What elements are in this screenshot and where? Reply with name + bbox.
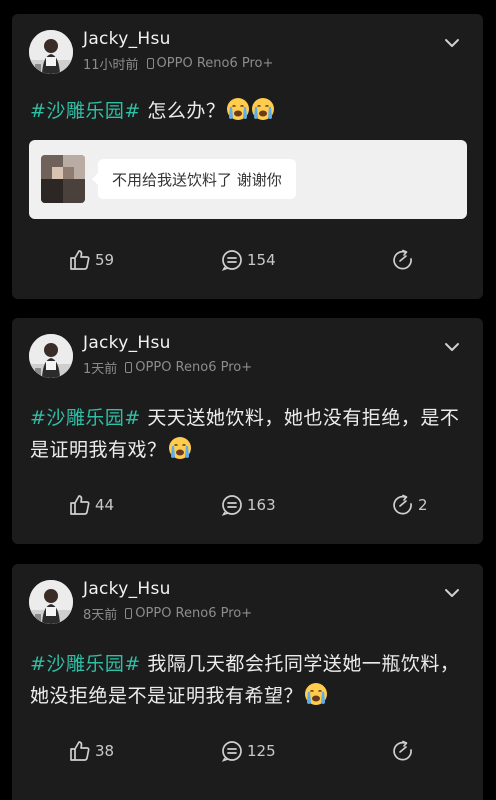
like-button[interactable]: 38 — [68, 736, 114, 766]
post-body: 怎么办？ — [140, 100, 226, 122]
post-meta: 8天前 OPPO Reno6 Pro+ — [83, 604, 252, 623]
action-bar: 59 154 — [12, 245, 483, 275]
crying-face-icon — [251, 97, 275, 121]
quote-message-bubble: 不用给我送饮料了 谢谢你 — [92, 159, 296, 199]
comment-icon — [221, 495, 242, 516]
share-icon — [393, 249, 412, 270]
device-name: OPPO Reno6 Pro+ — [156, 56, 274, 71]
comment-count: 125 — [247, 742, 276, 760]
like-count: 38 — [95, 742, 115, 760]
post-card[interactable]: Jacky_Hsu 8天前 OPPO Reno6 Pro+ #沙雕乐园# 我隔几… — [12, 564, 483, 800]
crying-face-icon — [168, 436, 192, 460]
username[interactable]: Jacky_Hsu — [83, 29, 171, 49]
comment-icon — [221, 741, 242, 762]
phone-icon — [146, 58, 154, 69]
post-text: #沙雕乐园# 天天送她饮料，她也没有拒绝，是不是证明我有戏？ — [30, 402, 465, 466]
share-button[interactable]: 2 — [391, 490, 428, 520]
quote-avatar — [41, 155, 85, 203]
like-count: 44 — [95, 496, 115, 514]
crying-face-icon — [226, 97, 250, 121]
chevron-down-icon[interactable] — [443, 338, 461, 356]
username[interactable]: Jacky_Hsu — [83, 579, 171, 599]
phone-icon — [125, 362, 133, 373]
chevron-down-icon[interactable] — [443, 34, 461, 52]
comment-icon — [221, 250, 242, 271]
like-button[interactable]: 44 — [68, 490, 114, 520]
device-name: OPPO Reno6 Pro+ — [135, 360, 253, 375]
avatar[interactable] — [29, 30, 73, 74]
comment-count: 154 — [247, 251, 276, 269]
thumbs-up-icon — [70, 495, 90, 515]
crying-face-icon — [304, 682, 328, 706]
post-card[interactable]: Jacky_Hsu 11小时前 OPPO Reno6 Pro+ #沙雕乐园# 怎… — [12, 14, 483, 299]
post-card[interactable]: Jacky_Hsu 1天前 OPPO Reno6 Pro+ #沙雕乐园# 天天送… — [12, 318, 483, 544]
share-button[interactable] — [391, 245, 418, 275]
like-count: 59 — [95, 251, 115, 269]
action-bar: 38 125 — [12, 736, 483, 766]
post-time: 1天前 — [83, 362, 118, 377]
comment-button[interactable]: 163 — [220, 490, 276, 520]
quoted-image[interactable]: 不用给我送饮料了 谢谢你 — [29, 140, 467, 219]
post-meta: 11小时前 OPPO Reno6 Pro+ — [83, 54, 273, 73]
device-name: OPPO Reno6 Pro+ — [135, 606, 253, 621]
chevron-down-icon[interactable] — [443, 584, 461, 602]
share-button[interactable] — [391, 736, 418, 766]
avatar[interactable] — [29, 334, 73, 378]
post-meta: 1天前 OPPO Reno6 Pro+ — [83, 358, 252, 377]
share-icon — [393, 494, 412, 515]
hashtag-link[interactable]: #沙雕乐园# — [30, 100, 141, 122]
action-bar: 44 163 2 — [12, 490, 483, 520]
phone-icon — [125, 608, 133, 619]
comment-button[interactable]: 154 — [220, 245, 276, 275]
comment-button[interactable]: 125 — [220, 736, 276, 766]
hashtag-link[interactable]: #沙雕乐园# — [30, 653, 141, 675]
post-time: 8天前 — [83, 608, 118, 623]
share-count: 2 — [418, 496, 428, 514]
username[interactable]: Jacky_Hsu — [83, 333, 171, 353]
comment-count: 163 — [247, 496, 276, 514]
avatar[interactable] — [29, 580, 73, 624]
post-text: #沙雕乐园# 怎么办？ — [30, 95, 465, 127]
post-time: 11小时前 — [83, 58, 139, 73]
share-icon — [393, 740, 412, 761]
like-button[interactable]: 59 — [68, 245, 114, 275]
thumbs-up-icon — [70, 741, 90, 761]
hashtag-link[interactable]: #沙雕乐园# — [30, 407, 141, 429]
post-text: #沙雕乐园# 我隔几天都会托同学送她一瓶饮料，她没拒绝是不是证明我有希望？ — [30, 648, 465, 712]
feed: Jacky_Hsu 11小时前 OPPO Reno6 Pro+ #沙雕乐园# 怎… — [0, 0, 496, 800]
thumbs-up-icon — [70, 250, 90, 270]
